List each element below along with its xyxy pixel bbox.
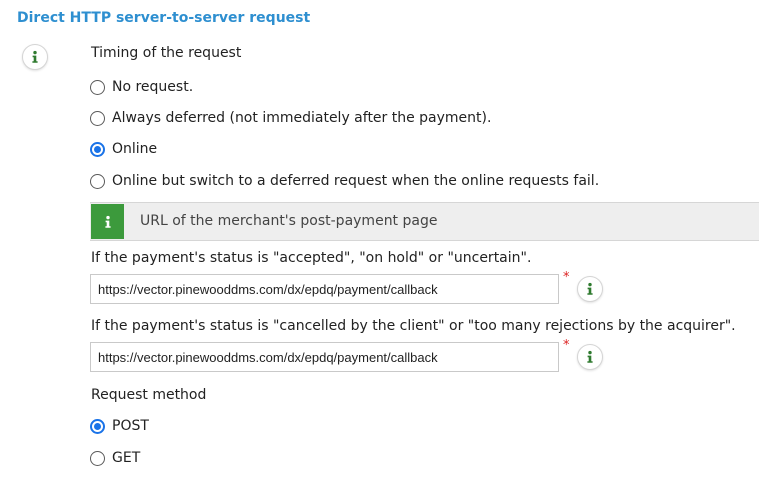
radio-post-circle[interactable] — [90, 418, 105, 434]
radio-no-request-circle[interactable] — [90, 79, 105, 95]
accepted-info-button[interactable] — [577, 276, 603, 302]
post-payment-banner: URL of the merchant's post-payment page — [90, 202, 759, 241]
radio-get-label: GET — [112, 450, 141, 466]
radio-no-request[interactable]: No request. — [90, 79, 193, 95]
info-icon — [583, 350, 597, 364]
radio-get[interactable]: GET — [90, 450, 140, 466]
accepted-url-input[interactable] — [90, 274, 559, 304]
section-title: Direct HTTP server-to-server request — [17, 10, 311, 26]
radio-online-fallback-circle[interactable] — [90, 173, 105, 189]
timing-label: Timing of the request — [91, 45, 242, 61]
cancelled-info-button[interactable] — [577, 344, 603, 370]
radio-always-deferred-label: Always deferred (not immediately after t… — [112, 110, 492, 126]
radio-always-deferred-circle[interactable] — [90, 110, 105, 126]
radio-online-fallback[interactable]: Online but switch to a deferred request … — [90, 173, 599, 189]
cancelled-required-mark: * — [563, 338, 570, 353]
radio-always-deferred[interactable]: Always deferred (not immediately after t… — [90, 110, 491, 126]
radio-online-label: Online — [112, 141, 158, 157]
banner-title: URL of the merchant's post-payment page — [140, 213, 438, 229]
radio-online-fallback-label: Online but switch to a deferred request … — [112, 173, 600, 189]
banner-info-icon — [91, 204, 124, 239]
cancelled-url-input[interactable] — [90, 342, 559, 372]
radio-online[interactable]: Online — [90, 141, 157, 157]
timing-info-button[interactable] — [22, 44, 48, 70]
info-icon — [101, 215, 115, 229]
radio-no-request-label: No request. — [112, 79, 194, 95]
radio-post-label: POST — [112, 418, 149, 434]
radio-online-circle[interactable] — [90, 141, 105, 157]
radio-get-circle[interactable] — [90, 450, 105, 466]
request-method-label: Request method — [91, 387, 207, 403]
accepted-required-mark: * — [563, 270, 570, 285]
info-icon — [583, 282, 597, 296]
accepted-url-label: If the payment's status is "accepted", "… — [91, 250, 532, 266]
cancelled-url-label: If the payment's status is "cancelled by… — [91, 318, 736, 334]
radio-post[interactable]: POST — [90, 418, 149, 434]
info-icon — [28, 50, 42, 64]
